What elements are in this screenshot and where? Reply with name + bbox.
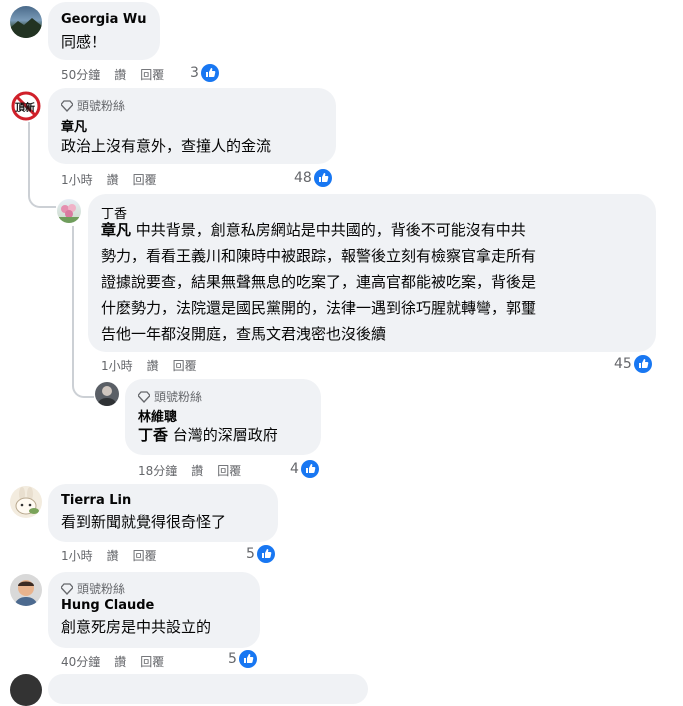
top-fan-badge: 頭號粉絲 xyxy=(61,580,125,597)
like-reaction-icon xyxy=(256,545,275,563)
comment-author[interactable]: Tierra Lin xyxy=(61,493,131,508)
reaction-count[interactable]: 45 xyxy=(614,355,652,373)
comment-author[interactable]: Hung Claude xyxy=(61,598,154,613)
reaction-count[interactable]: 5 xyxy=(246,545,275,563)
comment-text: 丁香 台灣的深層政府 xyxy=(138,424,278,446)
badge-label: 頭號粉絲 xyxy=(154,390,203,404)
avatar-text: 頂新 xyxy=(15,103,35,114)
avatar[interactable] xyxy=(95,382,119,406)
top-fan-badge: 頭號粉絲 xyxy=(61,97,125,114)
avatar[interactable] xyxy=(10,574,42,606)
diamond-icon xyxy=(61,99,73,112)
comment-text: 看到新聞就覺得很奇怪了 xyxy=(61,513,227,531)
comment-time[interactable]: 1小時 xyxy=(61,547,93,564)
reaction-count[interactable]: 3 xyxy=(190,64,219,82)
avatar[interactable] xyxy=(10,6,42,38)
like-button[interactable]: 讚 xyxy=(107,171,119,188)
like-reaction-icon xyxy=(200,64,219,82)
comment-time[interactable]: 50分鐘 xyxy=(61,66,100,83)
comment-text: 創意死房是中共設立的 xyxy=(61,618,212,636)
comment-author[interactable]: 章凡 xyxy=(61,116,87,135)
comment-time[interactable]: 18分鐘 xyxy=(138,462,177,479)
reaction-count[interactable]: 5 xyxy=(228,650,257,668)
comment-line: 什麽勢力，法院還是國民黨開的，法律一遇到徐巧腥就轉彎，郭璽 xyxy=(101,299,537,317)
reaction-number: 3 xyxy=(190,65,199,81)
reply-button[interactable]: 回覆 xyxy=(133,171,157,188)
reply-button[interactable]: 回覆 xyxy=(140,66,164,83)
reply-button[interactable]: 回覆 xyxy=(133,547,157,564)
avatar[interactable] xyxy=(10,486,42,518)
flower-avatar-icon xyxy=(59,204,79,223)
like-reaction-icon xyxy=(313,169,332,187)
avatar[interactable]: 頂新 xyxy=(10,90,42,122)
thread-line xyxy=(28,160,56,208)
comment-actions: 1小時 讚 回覆 xyxy=(61,171,157,188)
comment-body: 台灣的深層政府 xyxy=(172,426,278,444)
reaction-number: 48 xyxy=(294,170,312,186)
top-fan-badge: 頭號粉絲 xyxy=(138,388,202,405)
avatar[interactable] xyxy=(57,199,81,223)
reaction-count[interactable]: 48 xyxy=(294,169,332,187)
comment-actions: 50分鐘 讚 回覆 xyxy=(61,66,164,83)
comment-line: 證據說要查，結果無聲無息的吃案了，連高官都能被吃案，背後是 xyxy=(101,273,537,291)
comment-author[interactable]: Georgia Wu xyxy=(61,12,146,27)
like-button[interactable]: 讚 xyxy=(107,547,119,564)
like-button[interactable]: 讚 xyxy=(147,357,159,374)
reaction-number: 4 xyxy=(290,461,299,477)
reaction-number: 5 xyxy=(228,651,237,667)
reply-button[interactable]: 回覆 xyxy=(173,357,197,374)
comment-text: 章凡 中共背景，創意私房網站是中共國的，背後不可能沒有中共 xyxy=(101,219,526,241)
reaction-number: 45 xyxy=(614,356,632,372)
avatar[interactable] xyxy=(10,674,42,706)
comment-actions: 40分鐘 讚 回覆 xyxy=(61,653,164,670)
comment-time[interactable]: 1小時 xyxy=(61,171,93,188)
comment-actions: 18分鐘 讚 回覆 xyxy=(138,462,241,479)
like-reaction-icon xyxy=(300,460,319,478)
mention-link[interactable]: 丁香 xyxy=(138,426,168,444)
mention-link[interactable]: 章凡 xyxy=(101,221,131,239)
reaction-count[interactable]: 4 xyxy=(290,460,319,478)
comment-time[interactable]: 40分鐘 xyxy=(61,653,100,670)
comment-bubble xyxy=(48,674,368,704)
bunny-avatar-icon xyxy=(15,487,39,515)
like-button[interactable]: 讚 xyxy=(114,653,126,670)
like-reaction-icon xyxy=(238,650,257,668)
landscape-avatar-icon xyxy=(10,18,42,38)
comment-line: 勢力，看看王義川和陳時中被跟踪，報警後立刻有檢察官拿走所有 xyxy=(101,247,537,265)
like-button[interactable]: 讚 xyxy=(191,462,203,479)
comment-line: 告他一年都沒開庭，查馬文君洩密也沒後續 xyxy=(101,325,387,343)
reply-button[interactable]: 回覆 xyxy=(140,653,164,670)
memoji-avatar-icon xyxy=(14,580,38,606)
like-reaction-icon xyxy=(633,355,652,373)
thread-line xyxy=(72,226,75,376)
comment-time[interactable]: 1小時 xyxy=(101,357,133,374)
reaction-number: 5 xyxy=(246,546,255,562)
diamond-icon xyxy=(61,582,73,595)
comment-actions: 1小時 讚 回覆 xyxy=(101,357,197,374)
comment-line: 中共背景，創意私房網站是中共國的，背後不可能沒有中共 xyxy=(135,221,526,239)
comment-text: 同感！ xyxy=(61,33,107,51)
comment-text: 政治上沒有意外，查撞人的金流 xyxy=(61,137,272,155)
diamond-icon xyxy=(138,390,150,403)
reply-button[interactable]: 回覆 xyxy=(217,462,241,479)
badge-label: 頭號粉絲 xyxy=(77,582,126,596)
thread-line xyxy=(72,360,94,398)
badge-label: 頭號粉絲 xyxy=(77,99,126,113)
like-button[interactable]: 讚 xyxy=(114,66,126,83)
person-avatar-icon xyxy=(97,386,117,406)
comment-author[interactable]: 林維聰 xyxy=(138,406,177,425)
comment-actions: 1小時 讚 回覆 xyxy=(61,547,157,564)
